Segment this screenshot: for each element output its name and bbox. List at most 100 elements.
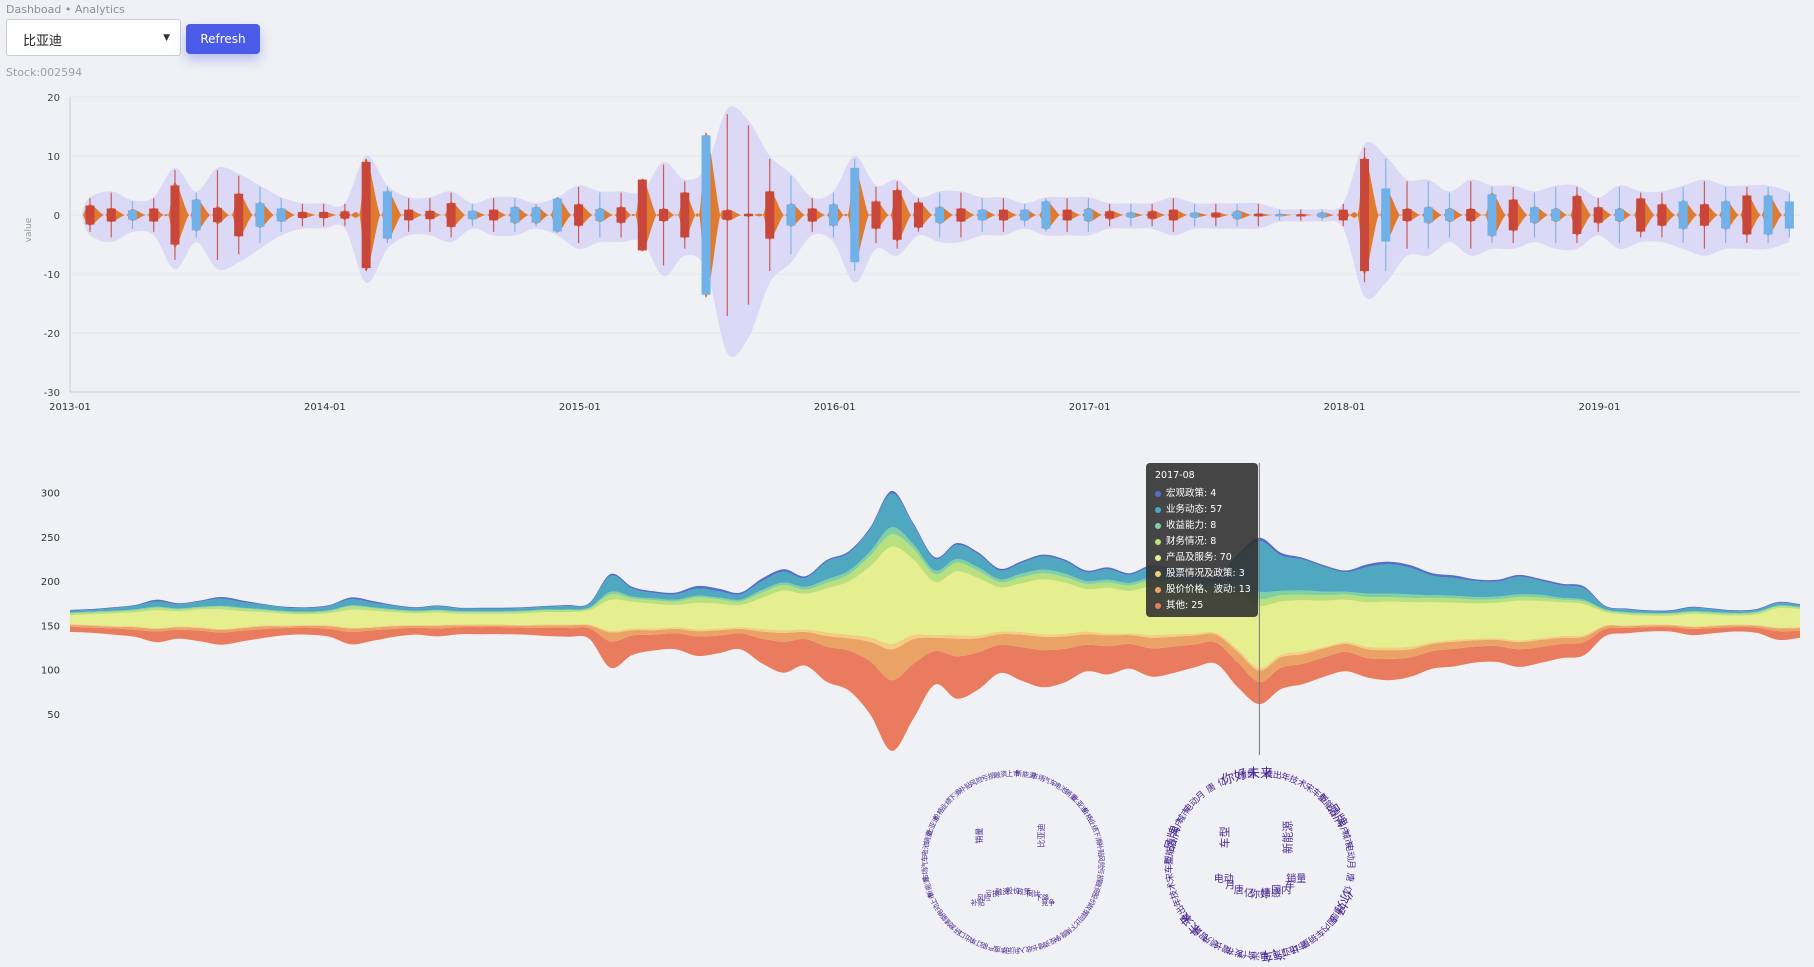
violin-box <box>510 207 520 223</box>
violin-box <box>680 192 690 238</box>
tooltip-row-label: 其他: 25 <box>1166 600 1204 611</box>
chevron-down-icon: ▼ <box>163 33 170 43</box>
violin-box <box>170 185 180 245</box>
violin-box <box>1041 201 1051 229</box>
violin-box <box>489 209 499 221</box>
stream-y-tick-label: 200 <box>41 577 60 588</box>
tooltip-row: 业务动态: 57 <box>1155 501 1249 517</box>
violin-box <box>892 190 902 240</box>
violin-box <box>574 204 584 226</box>
legend-dot-icon <box>1155 586 1161 593</box>
stock-select[interactable]: 比亚迪 ▼ <box>6 19 181 56</box>
legend-dot-icon <box>1155 538 1161 545</box>
violin-box <box>998 209 1008 221</box>
violin-box <box>319 212 329 218</box>
tooltip-row-label: 财务情况: 8 <box>1166 536 1217 547</box>
violin-outer-envelope <box>82 106 1790 358</box>
tooltip-row-label: 股票情况及政策: 3 <box>1166 568 1245 579</box>
tooltip-row-label: 收益能力: 8 <box>1166 520 1217 531</box>
stream-y-tick-label: 100 <box>41 666 60 677</box>
violin-y-axis-label: value <box>24 217 34 242</box>
violin-x-tick-label: 2017-01 <box>1069 402 1111 413</box>
violin-box <box>1699 204 1709 226</box>
violin-box <box>276 208 286 222</box>
violin-x-tick-label: 2018-01 <box>1324 402 1366 413</box>
violin-box <box>212 207 222 223</box>
tooltip-row-label: 业务动态: 57 <box>1166 504 1223 515</box>
violin-box <box>1636 198 1646 232</box>
violin-box <box>850 167 860 263</box>
wordcloud-word: 唐 <box>1234 883 1244 896</box>
legend-dot-icon <box>1155 570 1161 577</box>
tooltip-rows: 宏观政策: 4 业务动态: 57 收益能力: 8 财务情况: 8 产品及服务: 70 股票… <box>1155 485 1251 613</box>
violin-box <box>1784 201 1794 229</box>
violin-box <box>531 207 541 223</box>
refresh-button[interactable]: Refresh <box>186 24 260 54</box>
violin-x-tick-label: 2019-01 <box>1579 402 1621 413</box>
violin-x-tick-label: 2016-01 <box>814 402 856 413</box>
wordcloud-positive: 未来推出年技术宋车型新能源品牌用户城市电动月唐亿你好情感国内车销量市场比亚迪汽车… <box>1161 767 1357 965</box>
violin-box <box>1338 209 1348 221</box>
violin-box <box>786 204 796 226</box>
violin-box <box>1126 212 1136 218</box>
violin-box <box>1232 211 1242 219</box>
breadcrumb: Dashboad • Analytics <box>6 3 125 16</box>
stream-y-tick-label: 50 <box>47 710 60 721</box>
violin-x-tick-label: 2013-01 <box>49 402 91 413</box>
violin-box <box>1402 209 1412 221</box>
violin-box <box>744 213 754 217</box>
violin-box <box>765 191 775 239</box>
legend-dot-icon <box>1155 522 1161 529</box>
violin-box <box>871 201 881 229</box>
tooltip-row: 股价价格、波动: 13 <box>1155 581 1251 597</box>
violin-box <box>1381 188 1391 242</box>
stream-y-tick-label: 250 <box>41 533 60 544</box>
tooltip-row: 收益能力: 8 <box>1155 517 1249 533</box>
violin-box <box>1190 212 1200 218</box>
violin-box <box>977 209 987 221</box>
violin-box <box>616 207 626 223</box>
violin-box <box>85 205 95 225</box>
stream-y-tick-label: 0 <box>54 754 60 755</box>
violin-y-tick-label: 10 <box>47 152 60 163</box>
wordcloud-word: 新能源 <box>1281 821 1295 854</box>
violin-box <box>1721 201 1731 229</box>
violin-box <box>106 208 116 222</box>
violin-box <box>149 208 159 222</box>
violin-box <box>1147 211 1157 219</box>
tooltip-row-label: 股价价格、波动: 13 <box>1166 584 1251 595</box>
wordcloud-word: 唐 <box>1204 780 1218 795</box>
violin-box <box>127 210 137 220</box>
stream-chart[interactable]: 300 250 200 150 100 50 0 <box>0 455 1814 755</box>
tooltip-title: 2017-08 <box>1155 470 1195 481</box>
wordcloud-word: 月 <box>1345 860 1356 869</box>
tooltip-row-label: 产品及服务: 70 <box>1166 552 1232 563</box>
wordcloud-word: 销量 <box>1286 872 1306 885</box>
violin-box <box>659 209 669 221</box>
violin-box <box>1678 201 1688 229</box>
violin-box <box>552 198 562 232</box>
violin-box <box>1529 207 1539 223</box>
violin-box <box>191 199 201 231</box>
violin-box <box>425 210 435 220</box>
tooltip-row: 宏观政策: 4 <box>1155 485 1249 501</box>
violin-y-tick-label: 20 <box>47 93 60 104</box>
violin-box <box>1423 207 1433 223</box>
violin-box <box>255 203 265 227</box>
legend-dot-icon <box>1155 490 1161 497</box>
violin-box <box>467 210 477 220</box>
violin-chart: 20 10 0 -10 -20 -30 value 2013-01 2014-01 2015-01… <box>24 93 1800 413</box>
violin-box <box>1317 212 1327 218</box>
violin-box <box>446 203 456 227</box>
wordcloud-word: 车型 <box>1217 826 1231 848</box>
violin-box <box>807 208 817 222</box>
violin-box <box>1657 204 1667 226</box>
wordcloud-word: 竞争 <box>1041 898 1055 907</box>
stock-code-label: Stock:002594 <box>6 66 83 79</box>
violin-box <box>234 193 244 237</box>
violin-box <box>1020 209 1030 221</box>
stream-y-tick-label: 300 <box>41 489 60 500</box>
violin-box <box>1742 195 1752 235</box>
tooltip-row-label: 宏观政策: 4 <box>1166 488 1217 499</box>
violin-box <box>1062 209 1072 221</box>
